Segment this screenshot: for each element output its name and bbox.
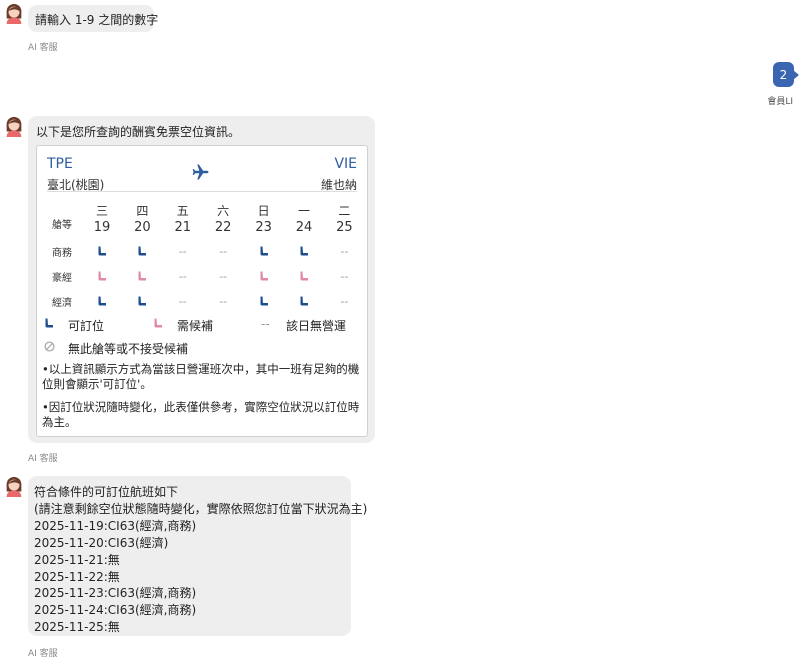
- weekday-label: 五: [176, 204, 189, 218]
- legend-no-service-label: 該日無營運: [286, 319, 347, 333]
- availability-cell: --: [219, 244, 228, 258]
- seat-icon: [300, 271, 308, 280]
- availability-cell: [127, 269, 157, 283]
- date-label: 25: [336, 220, 353, 235]
- waitlist-seat-icon: [154, 318, 162, 328]
- prohibited-icon: [44, 341, 55, 352]
- flight-list-item: 2025-11-25:無: [34, 620, 120, 635]
- sender-label: AI 客服: [28, 43, 58, 53]
- availability-cell: --: [219, 269, 228, 283]
- availability-cell: [87, 244, 117, 258]
- airplane-icon: [192, 164, 209, 180]
- weekday-label: 二: [338, 204, 351, 218]
- destination-city: 維也納: [320, 178, 357, 192]
- availability-cell: [249, 294, 279, 308]
- bot-avatar-icon: [6, 3, 22, 24]
- seat-icon: [98, 271, 106, 280]
- sender-label: 會員LI: [767, 97, 793, 107]
- availability-cell: [127, 294, 157, 308]
- availability-cell: --: [178, 244, 187, 258]
- seat-icon: [98, 246, 106, 255]
- user-message-bubble: 2: [773, 62, 799, 87]
- weekday-label: 日: [257, 204, 270, 218]
- legend-no-service-symbol: --: [261, 317, 270, 331]
- date-label: 20: [134, 220, 151, 235]
- seat-icon: [300, 246, 308, 255]
- flight-list-header: 符合條件的可訂位航班如下: [34, 485, 179, 499]
- sender-label: AI 客服: [28, 454, 58, 464]
- seat-icon: [138, 271, 147, 280]
- seat-icon: [138, 246, 147, 255]
- bot-avatar-icon: [6, 116, 22, 137]
- seat-icon: [98, 296, 106, 305]
- availability-cell: --: [340, 294, 349, 308]
- availability-card: TPE 臺北(桃園) VIE 維也納 艙等 三 四 五 六 日 一 二 19 20 21 22 23 2…: [36, 145, 368, 437]
- flight-list-item: 2025-11-20:CI63(經濟): [34, 535, 169, 550]
- seat-icon: [300, 296, 308, 305]
- bot-avatar-icon: [6, 476, 22, 497]
- availability-cell: --: [219, 294, 228, 308]
- flight-list-item: 2025-11-22:無: [34, 569, 120, 584]
- availability-cell: [289, 269, 319, 283]
- destination-code: VIE: [334, 156, 357, 172]
- availability-cell: [127, 244, 157, 258]
- flight-list-item: 2025-11-21:無: [34, 552, 120, 567]
- origin-code: TPE: [47, 156, 73, 172]
- user-message-text: 2: [779, 67, 788, 82]
- availability-cell: --: [340, 269, 349, 283]
- availability-cell: --: [178, 269, 187, 283]
- availability-cell: [289, 294, 319, 308]
- bot-message-bubble: 請輸入 1-9 之間的數字: [28, 5, 158, 32]
- flight-list-header: (請注意剩餘空位狀態隨時變化，實際依照您訂位當下狀況為主): [34, 501, 368, 516]
- weekday-label: 一: [297, 204, 310, 218]
- date-label: 23: [255, 220, 272, 235]
- bot-message-text: 以下是您所查詢的酬賓免票空位資訊。: [36, 125, 241, 139]
- date-label: 21: [174, 220, 192, 235]
- flight-list-item: 2025-11-24:CI63(經濟,商務): [34, 603, 197, 618]
- cabin-label: 豪經: [52, 273, 72, 284]
- sender-label: AI 客服: [28, 649, 58, 659]
- seat-icon: [138, 296, 147, 305]
- availability-cell: --: [340, 244, 349, 258]
- available-seat-icon: [45, 318, 53, 328]
- date-label: 24: [295, 220, 313, 235]
- seat-icon: [260, 246, 268, 255]
- legend-waitlist-label: 需候補: [177, 319, 214, 333]
- availability-cell: [87, 294, 117, 308]
- availability-cell: [249, 269, 279, 283]
- availability-cell: [87, 269, 117, 283]
- route-header: TPE 臺北(桃園) VIE 維也納: [47, 154, 357, 192]
- legend-not-accepted-label: 無此艙等或不接受候補: [68, 342, 189, 356]
- origin-city: 臺北(桃園): [47, 178, 105, 192]
- seat-icon: [260, 296, 268, 305]
- legend-available-label: 可訂位: [68, 319, 105, 333]
- bot-message-text: 請輸入 1-9 之間的數字: [35, 13, 159, 27]
- flight-list-item: 2025-11-19:CI63(經濟,商務): [34, 518, 197, 533]
- cabin-label: 商務: [52, 248, 72, 259]
- availability-cell: --: [178, 294, 187, 308]
- availability-cell: [289, 244, 319, 258]
- weekday-label: 四: [136, 204, 149, 218]
- availability-note: •以上資訊顯示方式為當該日營運班次中，其中一班有足夠的機位則會顯示'可訂位'。: [42, 362, 360, 391]
- cabin-label: 經濟: [52, 298, 72, 309]
- availability-note: •因訂位狀況隨時變化，此表僅供參考，實際空位狀況以訂位時為主。: [42, 400, 360, 429]
- date-label: 22: [214, 220, 232, 235]
- weekday-label: 三: [95, 204, 108, 218]
- availability-cell: [249, 244, 279, 258]
- seat-icon: [260, 271, 268, 280]
- flight-list-item: 2025-11-23:CI63(經濟,商務): [34, 586, 197, 601]
- weekday-label: 六: [217, 204, 230, 218]
- date-label: 19: [93, 220, 111, 235]
- cabin-column-header: 艙等: [52, 220, 72, 231]
